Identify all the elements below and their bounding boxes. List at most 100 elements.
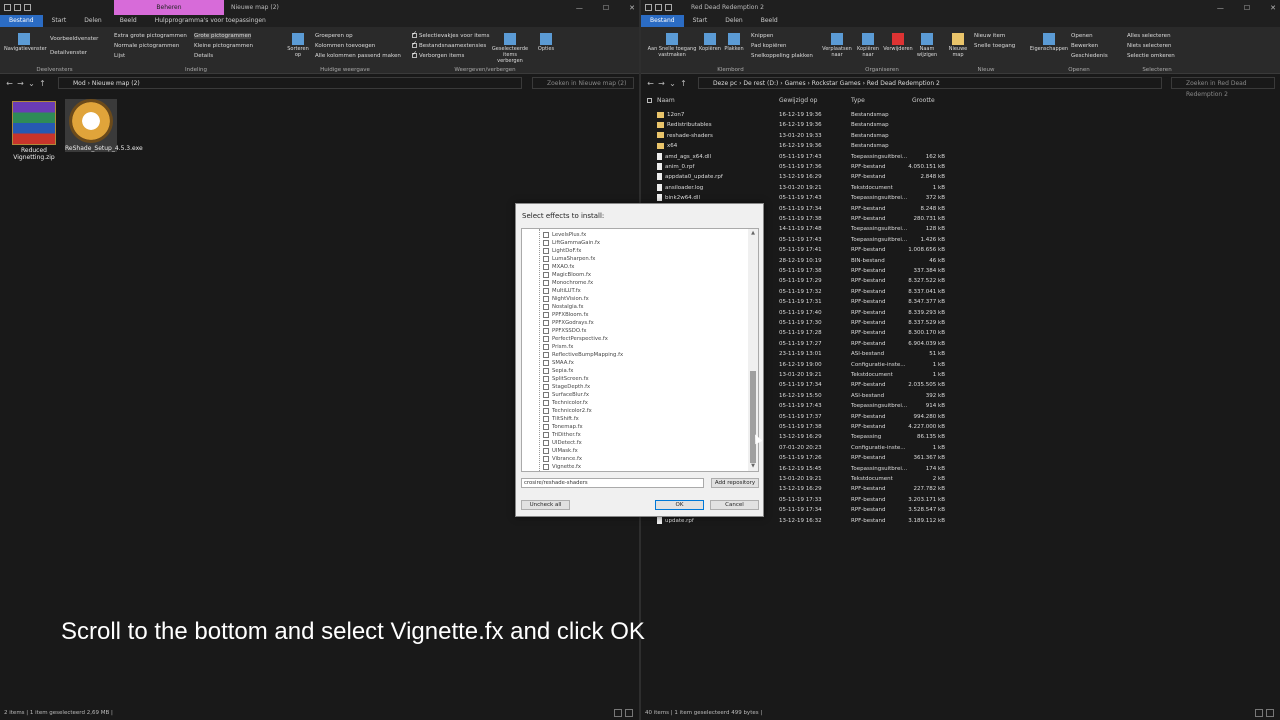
- effect-item[interactable]: Vibrance.fx: [543, 455, 582, 463]
- select-all-checkbox[interactable]: [647, 95, 654, 107]
- scroll-down-icon[interactable]: ▼: [748, 462, 758, 471]
- effect-checkbox[interactable]: [543, 239, 549, 246]
- details-view-icon[interactable]: [1255, 709, 1263, 717]
- layout-details[interactable]: Details: [194, 53, 213, 59]
- table-row[interactable]: x64: [657, 141, 677, 151]
- effect-item[interactable]: SurfaceBlur.fx: [543, 391, 589, 399]
- effect-checkbox[interactable]: [543, 383, 549, 390]
- tab-view[interactable]: Beeld: [111, 15, 146, 27]
- edit-button[interactable]: Bewerken: [1071, 43, 1098, 49]
- layout-large[interactable]: Grote pictogrammen: [194, 33, 252, 39]
- effect-item[interactable]: Nostalgia.fx: [543, 303, 584, 311]
- preview-pane-button[interactable]: Voorbeeldvenster: [50, 36, 98, 42]
- effect-checkbox[interactable]: [543, 439, 549, 446]
- effect-checkbox[interactable]: [543, 351, 549, 358]
- large-icons-view-icon[interactable]: [625, 709, 633, 717]
- cut-button[interactable]: Knippen: [751, 33, 773, 39]
- effect-checkbox[interactable]: [543, 399, 549, 406]
- tab-home[interactable]: Start: [684, 15, 717, 27]
- address-bar[interactable]: Mod › Nieuwe map (2): [58, 77, 522, 89]
- effects-list[interactable]: LevelsPlus.fx LiftGammaGain.fx LightDoF.fx…: [521, 228, 759, 472]
- minimize-icon[interactable]: —: [576, 4, 583, 12]
- effect-checkbox[interactable]: [543, 455, 549, 462]
- large-icons-view-icon[interactable]: [1266, 709, 1274, 717]
- column-header-date[interactable]: Gewijzigd op: [779, 95, 817, 107]
- effect-checkbox[interactable]: [543, 231, 549, 238]
- pin-quick-access-button[interactable]: Aan Snelle toegang vastmaken: [643, 33, 701, 58]
- rename-button[interactable]: Naam wijzigen: [913, 33, 941, 58]
- repository-input[interactable]: crosire/reshade-shaders: [521, 478, 704, 488]
- effect-checkbox[interactable]: [543, 423, 549, 430]
- forward-icon[interactable]: →: [656, 79, 667, 88]
- layout-extra-large[interactable]: Extra grote pictogrammen: [114, 33, 187, 39]
- effect-item[interactable]: UIDetect.fx: [543, 439, 582, 447]
- effect-item[interactable]: MXAO.fx: [543, 263, 574, 271]
- effect-checkbox[interactable]: [543, 327, 549, 334]
- file-icon-zip[interactable]: Reduced Vignetting.zip: [8, 101, 60, 161]
- new-folder-button[interactable]: Nieuwe map: [946, 33, 970, 58]
- effect-checkbox[interactable]: [543, 447, 549, 454]
- effect-item[interactable]: Sepia.fx: [543, 367, 573, 375]
- uncheck-all-button[interactable]: Uncheck all: [521, 500, 570, 510]
- file-icon-exe[interactable]: ReShade_Setup_4.5.3.exe: [65, 99, 143, 152]
- properties-icon[interactable]: [655, 4, 662, 11]
- hide-selected-button[interactable]: Geselecteerde items verbergen: [490, 33, 530, 64]
- layout-normal[interactable]: Normale pictogrammen: [114, 43, 179, 49]
- chevron-down-icon[interactable]: ⌄: [26, 79, 37, 88]
- select-none-button[interactable]: Niets selecteren: [1127, 43, 1172, 49]
- effect-checkbox[interactable]: [543, 303, 549, 310]
- effect-item[interactable]: Vignette.fx: [543, 463, 581, 471]
- effect-item[interactable]: UIMask.fx: [543, 447, 578, 455]
- effect-checkbox[interactable]: [543, 263, 549, 270]
- details-view-icon[interactable]: [614, 709, 622, 717]
- copy-to-button[interactable]: Kopiëren naar: [853, 33, 883, 58]
- address-bar[interactable]: Deze pc › De rest (D:) › Games › Rocksta…: [698, 77, 1162, 89]
- effect-item[interactable]: LumaSharpen.fx: [543, 255, 595, 263]
- effect-item[interactable]: ReflectiveBumpMapping.fx: [543, 351, 623, 359]
- breadcrumb[interactable]: Rockstar Games: [812, 80, 861, 87]
- effect-item[interactable]: LevelsPlus.fx: [543, 231, 586, 239]
- breadcrumb[interactable]: Mod: [73, 80, 86, 87]
- column-header-name[interactable]: Naam: [657, 95, 675, 107]
- effect-item[interactable]: SplitScreen.fx: [543, 375, 589, 383]
- ok-button[interactable]: OK: [655, 500, 704, 510]
- column-header-type[interactable]: Type: [851, 95, 865, 107]
- effect-item[interactable]: LiftGammaGain.fx: [543, 239, 600, 247]
- breadcrumb[interactable]: Games: [785, 80, 806, 87]
- breadcrumb[interactable]: Deze pc: [713, 80, 737, 87]
- move-to-button[interactable]: Verplaatsen naar: [821, 33, 853, 58]
- scroll-thumb[interactable]: [750, 371, 756, 463]
- select-all-button[interactable]: Alles selecteren: [1127, 33, 1171, 39]
- delete-button[interactable]: Verwijderen: [883, 33, 913, 52]
- paste-button[interactable]: Plakken: [723, 33, 745, 52]
- column-header-size[interactable]: Grootte: [912, 95, 935, 107]
- context-tab-manage[interactable]: Beheren: [114, 0, 224, 15]
- effect-item[interactable]: LightDoF.fx: [543, 247, 581, 255]
- cancel-button[interactable]: Cancel: [710, 500, 759, 510]
- history-button[interactable]: Geschiedenis: [1071, 53, 1108, 59]
- effect-checkbox[interactable]: [543, 359, 549, 366]
- sort-button[interactable]: Sorteren op: [285, 33, 311, 58]
- effect-item[interactable]: NightVision.fx: [543, 295, 589, 303]
- chevron-down-icon[interactable]: ⌄: [667, 79, 678, 88]
- effect-checkbox[interactable]: [543, 287, 549, 294]
- effect-checkbox[interactable]: [543, 415, 549, 422]
- effect-item[interactable]: PPFXGodrays.fx: [543, 319, 594, 327]
- effect-item[interactable]: SMAA.fx: [543, 359, 574, 367]
- new-item-button[interactable]: Nieuw item: [974, 33, 1005, 39]
- effect-item[interactable]: Technicolor.fx: [543, 399, 588, 407]
- effect-item[interactable]: Prism.fx: [543, 343, 573, 351]
- effect-item[interactable]: MagicBloom.fx: [543, 271, 591, 279]
- effect-checkbox[interactable]: [543, 271, 549, 278]
- group-by-button[interactable]: Groeperen op: [315, 33, 353, 39]
- tab-home[interactable]: Start: [43, 15, 76, 27]
- open-button[interactable]: Openen: [1071, 33, 1093, 39]
- breadcrumb[interactable]: De rest (D:): [743, 80, 778, 87]
- scroll-up-icon[interactable]: ▲: [748, 229, 758, 238]
- back-icon[interactable]: ←: [645, 79, 656, 88]
- table-row[interactable]: anim_0.rpf: [657, 162, 694, 172]
- paste-shortcut-button[interactable]: Snelkoppeling plakken: [751, 53, 813, 59]
- add-columns-button[interactable]: Kolommen toevoegen: [315, 43, 375, 49]
- add-repository-button[interactable]: Add repository: [711, 478, 759, 488]
- effect-checkbox[interactable]: [543, 255, 549, 262]
